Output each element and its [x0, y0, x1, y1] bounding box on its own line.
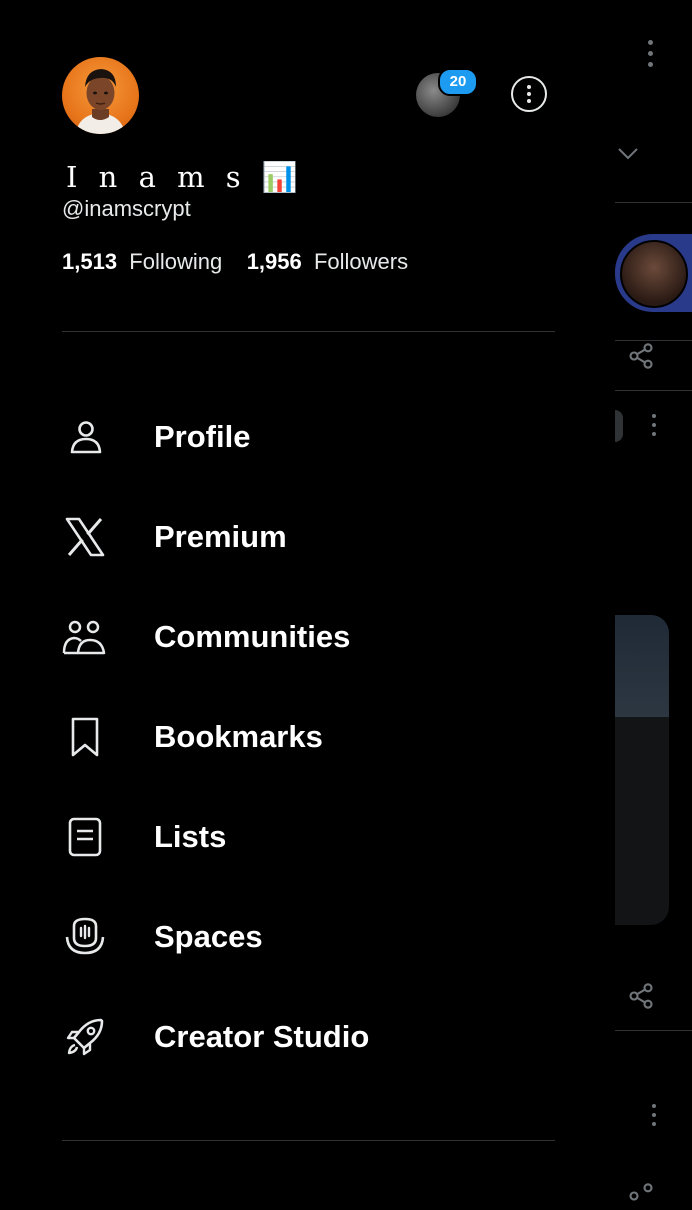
menu-item-spaces[interactable]: Spaces [62, 907, 562, 967]
menu-item-profile[interactable]: Profile [62, 407, 562, 467]
user-handle: @inamscrypt [62, 196, 191, 221]
menu-item-label: Profile [154, 419, 251, 454]
spaces-avatar-strip[interactable] [615, 234, 692, 312]
chart-emoji-icon: 📊 [261, 160, 299, 194]
timeline-divider [615, 390, 692, 391]
notification-badge: 20 [438, 68, 478, 96]
avatar-illustration [76, 69, 125, 134]
followers-label: Followers [313, 249, 409, 274]
following-label: Following [129, 249, 223, 274]
menu-item-label: Lists [154, 819, 227, 854]
spaces-icon [62, 914, 108, 960]
timeline-more-icon[interactable] [648, 40, 654, 73]
menu-item-label: Bookmarks [154, 719, 323, 754]
pill-chip [615, 410, 623, 442]
timeline-divider [615, 1030, 692, 1031]
tweet-more-icon[interactable] [652, 414, 658, 442]
more-options-button[interactable] [511, 76, 547, 112]
menu-item-label: Spaces [154, 919, 263, 954]
followers-link[interactable]: 1,956 Followers [247, 249, 408, 274]
rocket-icon [62, 1014, 108, 1060]
timeline-divider [615, 340, 692, 341]
section-divider [62, 1140, 555, 1141]
share-icon[interactable] [627, 1182, 655, 1210]
media-card[interactable] [615, 615, 669, 925]
navigation-drawer: 20 I n a m s 📊 @inamscrypt 1,513 Followi… [0, 0, 615, 1199]
chevron-down-icon[interactable] [617, 146, 639, 162]
menu-item-premium[interactable]: Premium [62, 507, 562, 567]
x-logo-icon [62, 514, 108, 560]
menu-item-bookmarks[interactable]: Bookmarks [62, 707, 562, 767]
tweet-more-icon[interactable] [652, 1104, 658, 1132]
follow-stats: 1,513 Following 1,956 Followers [62, 249, 408, 275]
communities-icon [62, 614, 108, 660]
menu-item-label: Communities [154, 619, 351, 654]
lists-icon [62, 814, 108, 860]
share-icon[interactable] [627, 342, 655, 370]
bookmark-icon [62, 714, 108, 760]
share-icon[interactable] [627, 982, 655, 1010]
person-icon [62, 414, 108, 460]
display-name-text: I n a m s [66, 160, 247, 194]
following-link[interactable]: 1,513 Following [62, 249, 222, 274]
followers-count: 1,956 [246, 249, 302, 274]
background-timeline [615, 0, 692, 1201]
space-host-avatar [620, 240, 688, 308]
menu-item-communities[interactable]: Communities [62, 607, 562, 667]
menu-item-creator-studio[interactable]: Creator Studio [62, 1007, 562, 1067]
timeline-divider [615, 202, 692, 203]
section-divider [62, 331, 555, 332]
menu-item-lists[interactable]: Lists [62, 807, 562, 867]
following-count: 1,513 [62, 249, 118, 274]
profile-avatar[interactable] [62, 57, 139, 134]
menu-item-label: Creator Studio [154, 1019, 370, 1054]
display-name[interactable]: I n a m s 📊 [66, 160, 298, 195]
menu-item-label: Premium [154, 519, 287, 554]
